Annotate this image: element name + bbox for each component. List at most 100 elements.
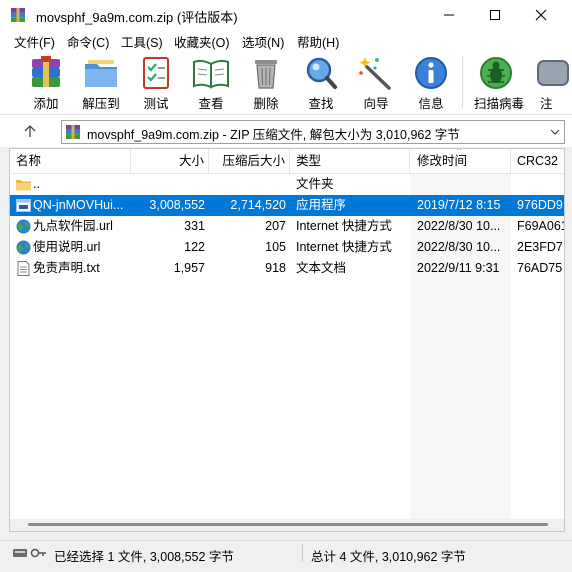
more-tool-label: 注 xyxy=(540,97,553,111)
more-tool-button[interactable]: 注 xyxy=(530,52,572,112)
arrow-up-icon xyxy=(24,125,36,137)
file-crc: 76AD75 xyxy=(517,261,563,275)
minimize-icon xyxy=(444,14,454,16)
file-list: 名称 大小 压缩后大小 类型 修改时间 ^ CRC32 .. 文件夹 QN-jn… xyxy=(9,148,565,532)
globe-icon xyxy=(16,240,31,255)
menu-help[interactable]: 帮助(H) xyxy=(297,32,339,51)
file-modified: 2019/7/12 8:15 xyxy=(417,198,501,212)
close-icon xyxy=(535,9,547,21)
file-crc: F69A061 xyxy=(517,219,564,233)
magic-wand-icon xyxy=(359,57,391,90)
add-archive-icon xyxy=(32,56,60,87)
folder-icon xyxy=(16,180,31,191)
menu-tools[interactable]: 工具(S) xyxy=(121,32,163,51)
view-book-icon xyxy=(193,59,229,89)
file-type: 文本文档 xyxy=(296,261,347,275)
toolbar: 添加 解压到 测试 查看 删除 查找 向导 信息 扫描病毒 注 xyxy=(0,50,572,114)
virus-scan-button[interactable]: 扫描病毒 xyxy=(474,52,525,112)
virus-scan-label: 扫描病毒 xyxy=(474,97,525,111)
file-modified: 2022/8/30 10... xyxy=(417,240,501,254)
file-packed-size: 918 xyxy=(265,261,286,275)
table-row[interactable]: 免责声明.txt 1,957 918 文本文档 2022/9/11 9:31 7… xyxy=(10,258,564,279)
address-field[interactable]: movsphf_9a9m.com.zip - ZIP 压缩文件, 解包大小为 3… xyxy=(61,120,565,144)
file-size: 122 xyxy=(184,240,205,254)
column-header-row: 名称 大小 压缩后大小 类型 修改时间 ^ CRC32 xyxy=(10,149,564,174)
extract-folder-icon xyxy=(85,60,117,87)
file-packed-size: 2,714,520 xyxy=(230,198,286,212)
column-header-name[interactable]: 名称 xyxy=(10,149,131,173)
file-type: 文件夹 xyxy=(296,177,334,191)
maximize-icon xyxy=(490,10,500,20)
minimize-button[interactable] xyxy=(426,0,472,30)
up-one-level-button[interactable] xyxy=(10,119,50,143)
file-crc: 2E3FD7. xyxy=(517,240,564,254)
view-button[interactable]: 查看 xyxy=(189,52,233,112)
close-button[interactable] xyxy=(518,0,564,30)
table-row[interactable]: 九点软件园.url 331 207 Internet 快捷方式 2022/8/3… xyxy=(10,216,564,237)
menu-commands[interactable]: 命令(C) xyxy=(67,32,109,51)
find-label: 查找 xyxy=(308,97,334,111)
view-label: 查看 xyxy=(198,97,224,111)
menu-file[interactable]: 文件(F) xyxy=(14,32,55,51)
test-checklist-icon xyxy=(143,57,169,89)
find-button[interactable]: 查找 xyxy=(299,52,343,112)
scrollbar-thumb[interactable] xyxy=(28,523,548,526)
test-button[interactable]: 测试 xyxy=(134,52,178,112)
column-header-crc[interactable]: CRC32 xyxy=(511,149,564,173)
wizard-label: 向导 xyxy=(363,97,389,111)
file-modified: 2022/9/11 9:31 xyxy=(417,261,500,275)
column-header-type[interactable]: 类型 xyxy=(290,149,410,173)
file-name: 使用说明.url xyxy=(33,240,101,254)
status-total: 总计 4 文件, 3,010,962 字节 xyxy=(311,550,466,564)
file-size: 3,008,552 xyxy=(149,198,205,212)
trash-icon xyxy=(255,60,277,89)
delete-button[interactable]: 删除 xyxy=(244,52,288,112)
magnifier-icon xyxy=(306,57,337,89)
comment-icon xyxy=(537,60,569,86)
zip-archive-icon xyxy=(66,125,80,139)
file-name: 九点软件园.url xyxy=(33,219,113,233)
wizard-button[interactable]: 向导 xyxy=(354,52,398,112)
file-type: Internet 快捷方式 xyxy=(296,219,392,233)
column-header-size[interactable]: 大小 xyxy=(131,149,209,173)
extract-to-button[interactable]: 解压到 xyxy=(79,52,123,112)
file-modified: 2022/8/30 10... xyxy=(417,219,501,233)
table-row[interactable]: .. 文件夹 xyxy=(10,174,564,195)
info-label: 信息 xyxy=(418,97,444,111)
address-text: movsphf_9a9m.com.zip - ZIP 压缩文件, 解包大小为 3… xyxy=(87,128,460,142)
file-name: 免责声明.txt xyxy=(33,261,100,275)
table-row[interactable]: 使用说明.url 122 105 Internet 快捷方式 2022/8/30… xyxy=(10,237,564,258)
sort-ascending-icon: ^ xyxy=(457,148,462,155)
status-divider xyxy=(302,544,303,562)
test-label: 测试 xyxy=(143,97,169,111)
status-selected: 已经选择 1 文件, 3,008,552 字节 xyxy=(54,550,234,564)
add-label: 添加 xyxy=(33,97,59,111)
window-title: movsphf_9a9m.com.zip (评估版本) xyxy=(36,10,238,25)
file-packed-size: 207 xyxy=(265,219,286,233)
drive-key-icon xyxy=(13,548,46,558)
horizontal-scrollbar[interactable] xyxy=(10,519,564,531)
info-button[interactable]: 信息 xyxy=(409,52,453,112)
exe-icon xyxy=(16,199,31,212)
status-bar: 已经选择 1 文件, 3,008,552 字节 总计 4 文件, 3,010,9… xyxy=(0,540,572,565)
file-type: Internet 快捷方式 xyxy=(296,240,392,254)
file-size: 1,957 xyxy=(173,261,205,275)
winrar-app-icon xyxy=(11,8,25,22)
extract-to-label: 解压到 xyxy=(82,97,120,111)
virus-bug-icon xyxy=(480,57,512,89)
file-type: 应用程序 xyxy=(296,198,347,212)
menu-favorites[interactable]: 收藏夹(O) xyxy=(174,32,230,51)
column-header-packed[interactable]: 压缩后大小 xyxy=(209,149,290,173)
menu-options[interactable]: 选项(N) xyxy=(242,32,284,51)
menu-bar: 文件(F) 命令(C) 工具(S) 收藏夹(O) 选项(N) 帮助(H) xyxy=(0,30,572,50)
file-crc: 976DD9 xyxy=(517,198,563,212)
text-file-icon xyxy=(17,261,30,276)
file-name: QN-jnMOVHui... xyxy=(33,198,124,212)
file-size: 331 xyxy=(184,219,205,233)
chevron-down-icon[interactable] xyxy=(548,125,562,139)
maximize-button[interactable] xyxy=(472,0,518,30)
info-icon xyxy=(415,57,447,89)
add-button[interactable]: 添加 xyxy=(24,52,68,112)
delete-label: 删除 xyxy=(253,97,279,111)
table-row-selected[interactable]: QN-jnMOVHui... 3,008,552 2,714,520 应用程序 … xyxy=(10,195,564,216)
